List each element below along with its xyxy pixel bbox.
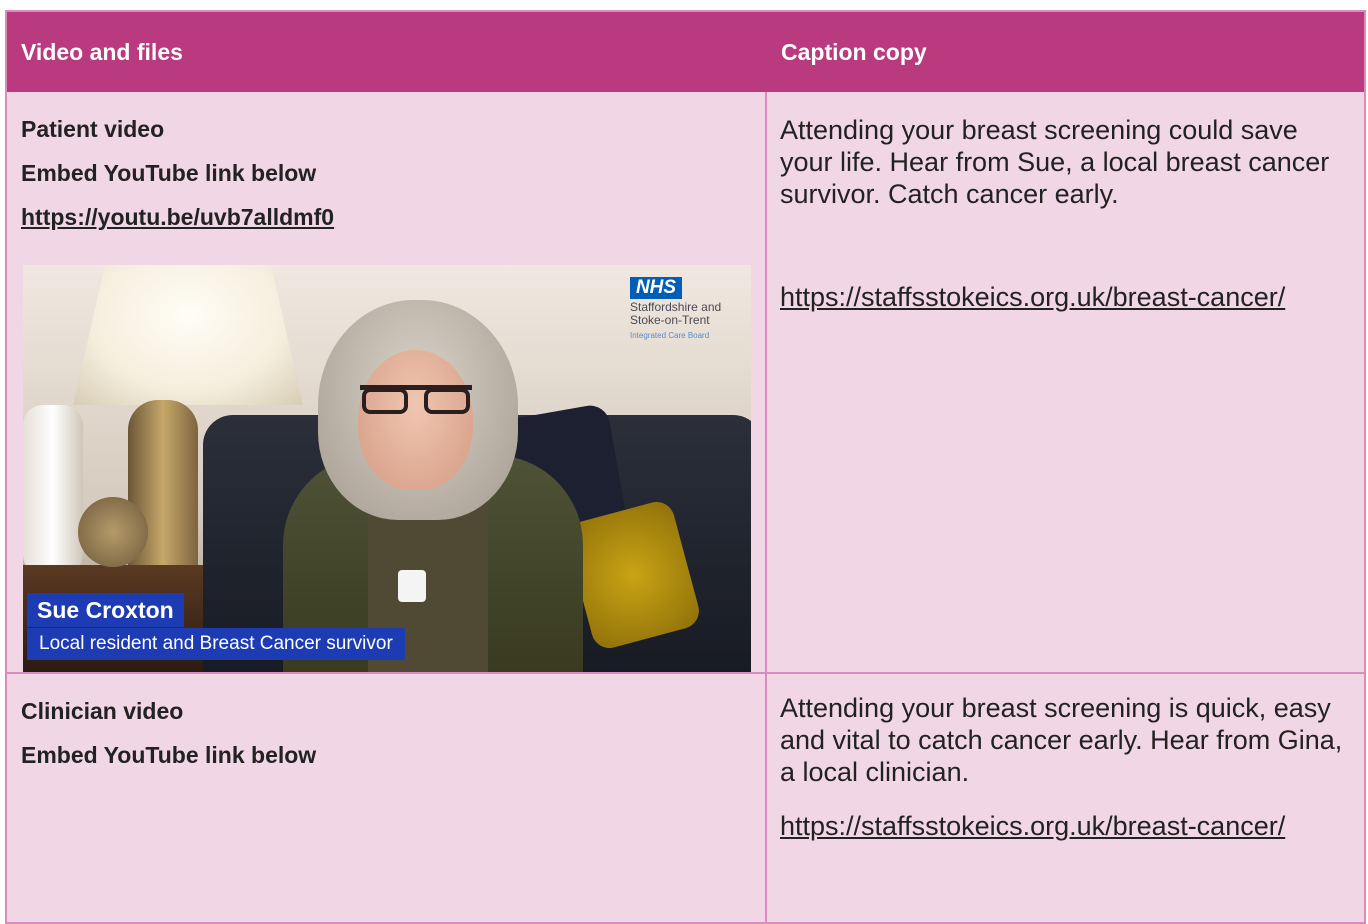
clinician-caption: Attending your breast screening is quick… [780, 693, 1343, 787]
vase-image [23, 405, 83, 575]
patient-youtube-link[interactable]: https://youtu.be/uvb7alldmf0 [21, 204, 334, 231]
person-face-image [358, 350, 473, 490]
table-row: Patient video Embed YouTube link below h… [7, 92, 1364, 675]
lamp-image [73, 265, 303, 405]
lower-third-description: Local resident and Breast Cancer survivo… [27, 628, 405, 660]
patient-caption: Attending your breast screening could sa… [780, 115, 1330, 209]
column-divider [765, 92, 767, 922]
nhs-org-subtitle: Integrated Care Board [630, 331, 710, 340]
header-caption-copy: Caption copy [781, 39, 927, 65]
header-video-and-files: Video and files [21, 39, 183, 65]
patient-caption-link[interactable]: https://staffsstokeics.org.uk/breast-can… [780, 281, 1300, 313]
patient-video-thumbnail[interactable]: NHS Staffordshire and Stoke-on-Trent Int… [23, 265, 751, 675]
patient-embed-instruction: Embed YouTube link below [21, 160, 317, 186]
table-row: Clinician video Embed YouTube link below… [7, 674, 1364, 922]
lower-third-name: Sue Croxton [27, 593, 184, 627]
jar-image [78, 497, 148, 567]
clinician-video-title: Clinician video [21, 698, 184, 724]
table-header: Video and files Caption copy [7, 12, 1364, 92]
content-table: Video and files Caption copy Patient vid… [5, 10, 1366, 924]
glasses-image [360, 385, 472, 418]
clinician-embed-instruction: Embed YouTube link below [21, 742, 317, 768]
patient-video-title: Patient video [21, 116, 165, 142]
nhs-org-name: Staffordshire and Stoke-on-Trent [630, 300, 722, 327]
clinician-caption-link[interactable]: https://staffsstokeics.org.uk/breast-can… [780, 810, 1300, 842]
nhs-logo: NHS [630, 277, 682, 299]
microphone-image [398, 570, 426, 602]
